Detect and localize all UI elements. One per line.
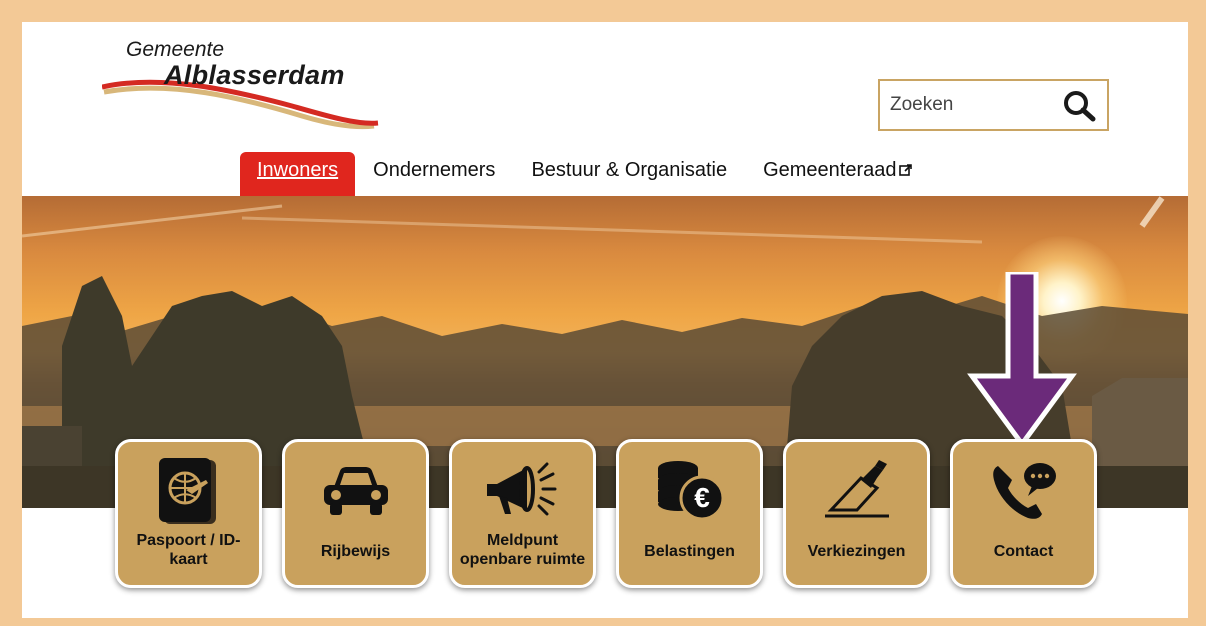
logo-line-1: Gemeente — [126, 38, 225, 61]
search-input[interactable] — [880, 94, 1050, 116]
nav-inwoners[interactable]: Inwoners — [240, 152, 356, 196]
coins-euro-icon: € — [619, 454, 760, 528]
nav-label: Ondernemers — [373, 159, 496, 181]
tile-label: Paspoort / ID-kaart — [136, 532, 241, 568]
page-frame: Gemeente Alblasserdam Inwoners Onderneme… — [22, 22, 1188, 618]
ballot-icon — [786, 454, 927, 528]
nav-gemeenteraad[interactable]: Gemeenteraad — [745, 152, 930, 196]
nav-ondernemers[interactable]: Ondernemers — [355, 152, 513, 196]
tile-label: Belastingen — [644, 543, 735, 560]
tile-label: Verkiezingen — [807, 543, 906, 560]
tile-label: Rijbewijs — [320, 543, 391, 560]
tile-label: Contact — [993, 543, 1054, 560]
tile-rijbewijs[interactable]: Rijbewijs — [282, 439, 429, 588]
passport-icon — [118, 454, 259, 528]
megaphone-icon — [452, 454, 593, 528]
site-logo[interactable]: Gemeente Alblasserdam — [102, 30, 382, 145]
svg-text:€: € — [694, 482, 710, 513]
tile-paspoort[interactable]: Paspoort / ID-kaart — [115, 439, 262, 588]
tile-contact[interactable]: Contact — [950, 439, 1097, 588]
search-box — [878, 79, 1109, 131]
tile-label: Meldpunt openbare ruimte — [459, 532, 586, 568]
car-icon — [285, 454, 426, 528]
logo-line-2: Alblasserdam — [164, 60, 345, 90]
nav-label: Gemeenteraad — [763, 159, 897, 181]
nav-label: Bestuur & Organisatie — [531, 159, 728, 181]
external-link-icon — [898, 153, 913, 189]
tile-meldpunt[interactable]: Meldpunt openbare ruimte — [449, 439, 596, 588]
nav-label: Inwoners — [257, 159, 339, 181]
quick-links: Paspoort / ID-kaart Rijbewijs Meldpunt o… — [115, 439, 1097, 588]
phone-chat-icon — [953, 454, 1094, 528]
nav-bestuur-organisatie[interactable]: Bestuur & Organisatie — [513, 152, 745, 196]
arrow-down-icon — [967, 272, 1077, 449]
search-icon[interactable] — [1063, 90, 1097, 122]
tile-verkiezingen[interactable]: Verkiezingen — [783, 439, 930, 588]
main-nav: Inwoners Ondernemers Bestuur & Organisat… — [240, 152, 931, 196]
tile-belastingen[interactable]: € Belastingen — [616, 439, 763, 588]
